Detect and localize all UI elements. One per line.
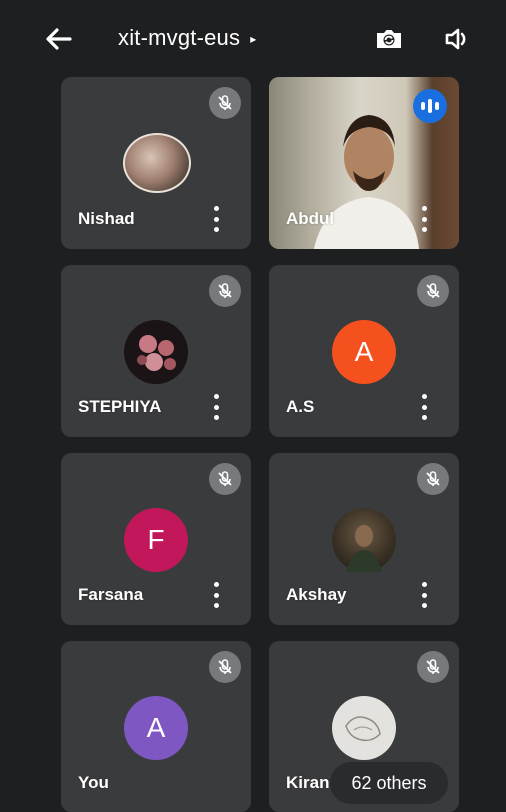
mic-off-icon	[209, 651, 241, 683]
mic-off-icon	[417, 463, 449, 495]
mic-off-icon	[209, 463, 241, 495]
participant-name: Farsana	[78, 585, 144, 604]
avatar-photo	[332, 508, 396, 572]
avatar-initial: A	[332, 320, 396, 384]
more-options-icon[interactable]	[211, 206, 221, 232]
participant-tile-a-s[interactable]: A A.S	[269, 265, 459, 437]
more-options-icon[interactable]	[211, 394, 221, 420]
back-arrow-icon[interactable]	[40, 24, 76, 54]
participant-name: Akshay	[286, 585, 347, 604]
participant-name: Abdul	[286, 209, 335, 228]
more-options-icon[interactable]	[211, 582, 221, 608]
mic-off-icon	[417, 651, 449, 683]
switch-camera-icon[interactable]	[372, 22, 406, 56]
speaking-indicator-icon	[413, 89, 447, 123]
participant-tile-abdul[interactable]: Abdul	[269, 77, 459, 249]
participant-tile-you[interactable]: A You	[61, 641, 251, 812]
more-options-icon[interactable]	[419, 394, 429, 420]
top-bar: xit-mvgt-eus ▸	[0, 0, 506, 76]
meeting-title[interactable]: xit-mvgt-eus ▸	[118, 25, 256, 51]
mic-off-icon	[417, 275, 449, 307]
participant-tile-akshay[interactable]: Akshay	[269, 453, 459, 625]
participant-name: You	[78, 773, 109, 792]
participant-name: STEPHIYA	[78, 397, 162, 416]
chevron-right-icon: ▸	[250, 32, 257, 46]
participant-tile-stephiya[interactable]: STEPHIYA	[61, 265, 251, 437]
avatar-initial: F	[124, 508, 188, 572]
meeting-code: xit-mvgt-eus	[118, 25, 241, 50]
avatar-initial: A	[124, 696, 188, 760]
others-count-button[interactable]: 62 others	[330, 762, 448, 804]
mic-off-icon	[209, 87, 241, 119]
avatar-photo	[123, 133, 191, 193]
participant-name: A.S	[286, 397, 315, 416]
speaker-icon[interactable]	[442, 24, 472, 54]
participant-name: Kiran	[286, 773, 330, 792]
participant-tile-nishad[interactable]: Nishad	[61, 77, 251, 249]
participant-tile-farsana[interactable]: F Farsana	[61, 453, 251, 625]
avatar-photo	[124, 320, 188, 384]
more-options-icon[interactable]	[419, 582, 429, 608]
more-options-icon[interactable]	[419, 206, 429, 232]
participant-name: Nishad	[78, 209, 135, 228]
mic-off-icon	[209, 275, 241, 307]
avatar-photo	[332, 696, 396, 760]
